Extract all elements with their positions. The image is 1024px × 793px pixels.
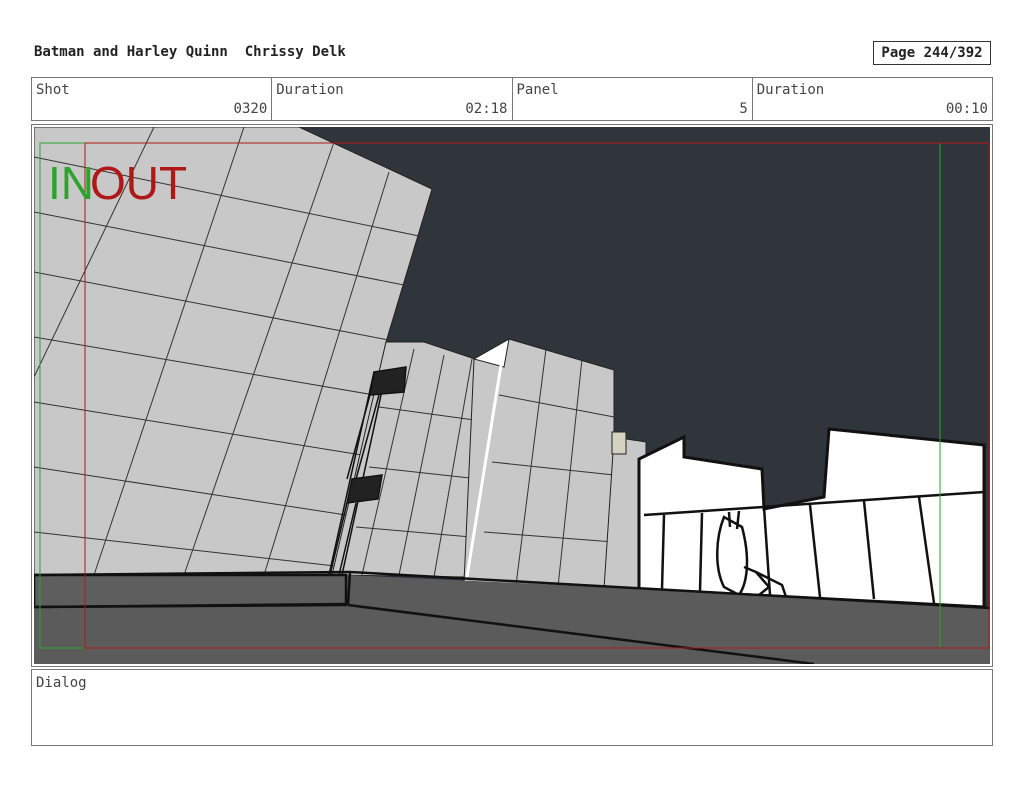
shot-value: 0320 [233,101,268,117]
panel-duration-cell: Duration 00:10 [753,78,992,120]
shot-duration-label: Duration [276,82,344,98]
shot-duration-value: 02:18 [465,101,508,117]
page-number: Page 244/392 [873,41,991,65]
panel-duration-value: 00:10 [945,101,988,117]
rooftop-ledge [34,573,348,609]
dialog-label: Dialog [36,675,87,691]
panel-value: 5 [739,101,748,117]
shot-cell: Shot 0320 [32,78,273,120]
dialog-box: Dialog [31,669,993,746]
narrow-building-top [611,431,627,455]
shot-duration-cell: Duration 02:18 [272,78,513,120]
shot-info-bar: Shot 0320 Duration 02:18 Panel 5 Duratio… [31,77,993,121]
panel-label: Panel [516,82,559,98]
panel-duration-label: Duration [756,82,825,98]
out-marker: OUT [90,157,187,209]
shot-label: Shot [36,82,70,98]
in-marker: IN [48,157,94,209]
storyboard-title: Batman and Harley Quinn Chrissy Delk [34,44,346,60]
panel-drawing: IN OUT [34,127,990,664]
storyboard-panel: IN OUT [31,124,993,667]
panel-cell: Panel 5 [513,78,753,120]
